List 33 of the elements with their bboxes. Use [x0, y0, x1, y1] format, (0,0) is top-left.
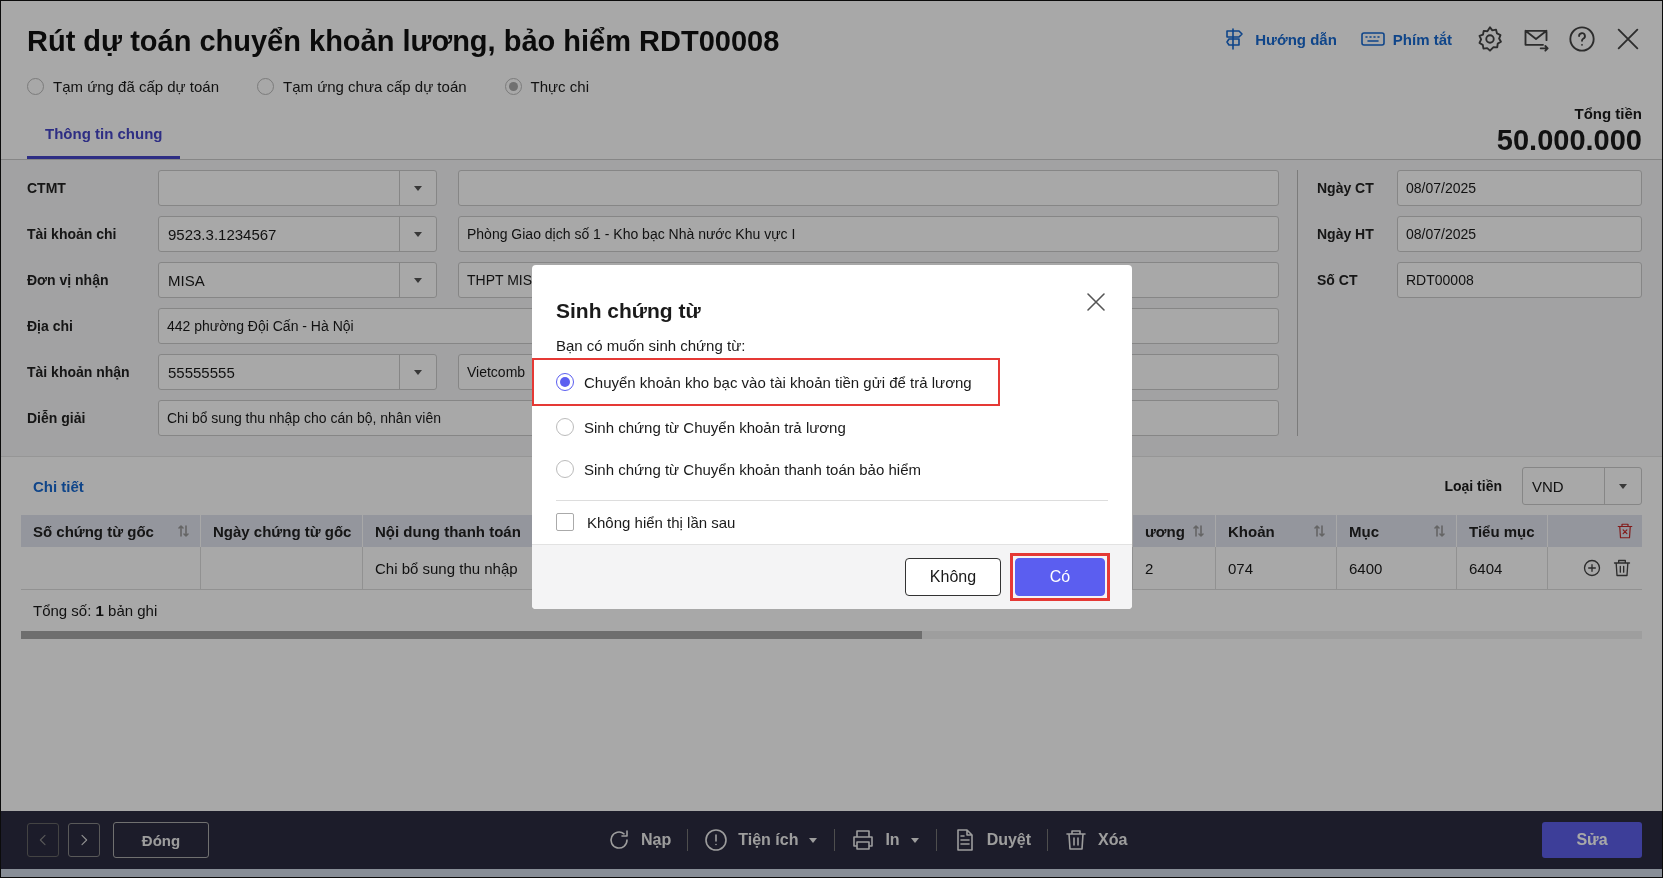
column-header: Tiểu mục [1457, 515, 1548, 547]
field-label: Diễn giải [27, 410, 87, 426]
column-header: ương [1133, 515, 1216, 547]
dialog-prompt: Bạn có muốn sinh chứng từ: [556, 337, 747, 354]
field-label: Loại tiền [1444, 478, 1502, 494]
column-header: Mục [1337, 515, 1457, 547]
field-label: Địa chi [27, 318, 74, 334]
total-amount: 50.000.000 [1496, 124, 1642, 157]
field-label: Tài khoản chi [27, 226, 118, 242]
radio-label: Thực chi [530, 78, 589, 95]
field-label: CTMT [27, 180, 67, 196]
table-cell: 6404 [1457, 547, 1548, 589]
column-header: Ngày chứng từ gốc [201, 515, 363, 547]
checkbox-label: Không hiển thị lần sau [587, 513, 736, 531]
radio-label: Tạm ứng chưa cấp dự toán [283, 78, 467, 95]
column-header: Khoản [1216, 515, 1337, 547]
field-label: Đơn vị nhận [27, 272, 110, 288]
field-label: Số CT [1317, 272, 1359, 288]
radio-label: Sinh chứng từ Chuyển khoản thanh toán bảo hiểm [584, 460, 921, 478]
field-label: Ngày HT [1317, 226, 1375, 242]
radio-label: Sinh chứng từ Chuyển khoản trả lương [584, 418, 846, 436]
table-cell: 2 [1133, 547, 1216, 589]
record-count: Tổng số: 1 bản ghi [32, 601, 159, 619]
field-label: Ngày CT [1317, 180, 1375, 196]
dialog-title: Sinh chứng từ [556, 299, 701, 323]
field-label: Tài khoản nhận [27, 364, 131, 380]
radio-label: Tạm ứng đã cấp dự toán [53, 78, 219, 95]
window-title: Rút dự toán chuyển khoản lương, bảo hiểm RDT00008 [27, 25, 780, 58]
radio-label: Chuyển khoản kho bạc vào tài khoản tiền gửi để trả lương [584, 373, 972, 391]
column-header: Số chứng từ gốc [21, 515, 201, 547]
table-cell: 074 [1216, 547, 1337, 589]
table-cell: 6400 [1337, 547, 1457, 589]
total-label: Tổng tiền [1573, 105, 1642, 122]
